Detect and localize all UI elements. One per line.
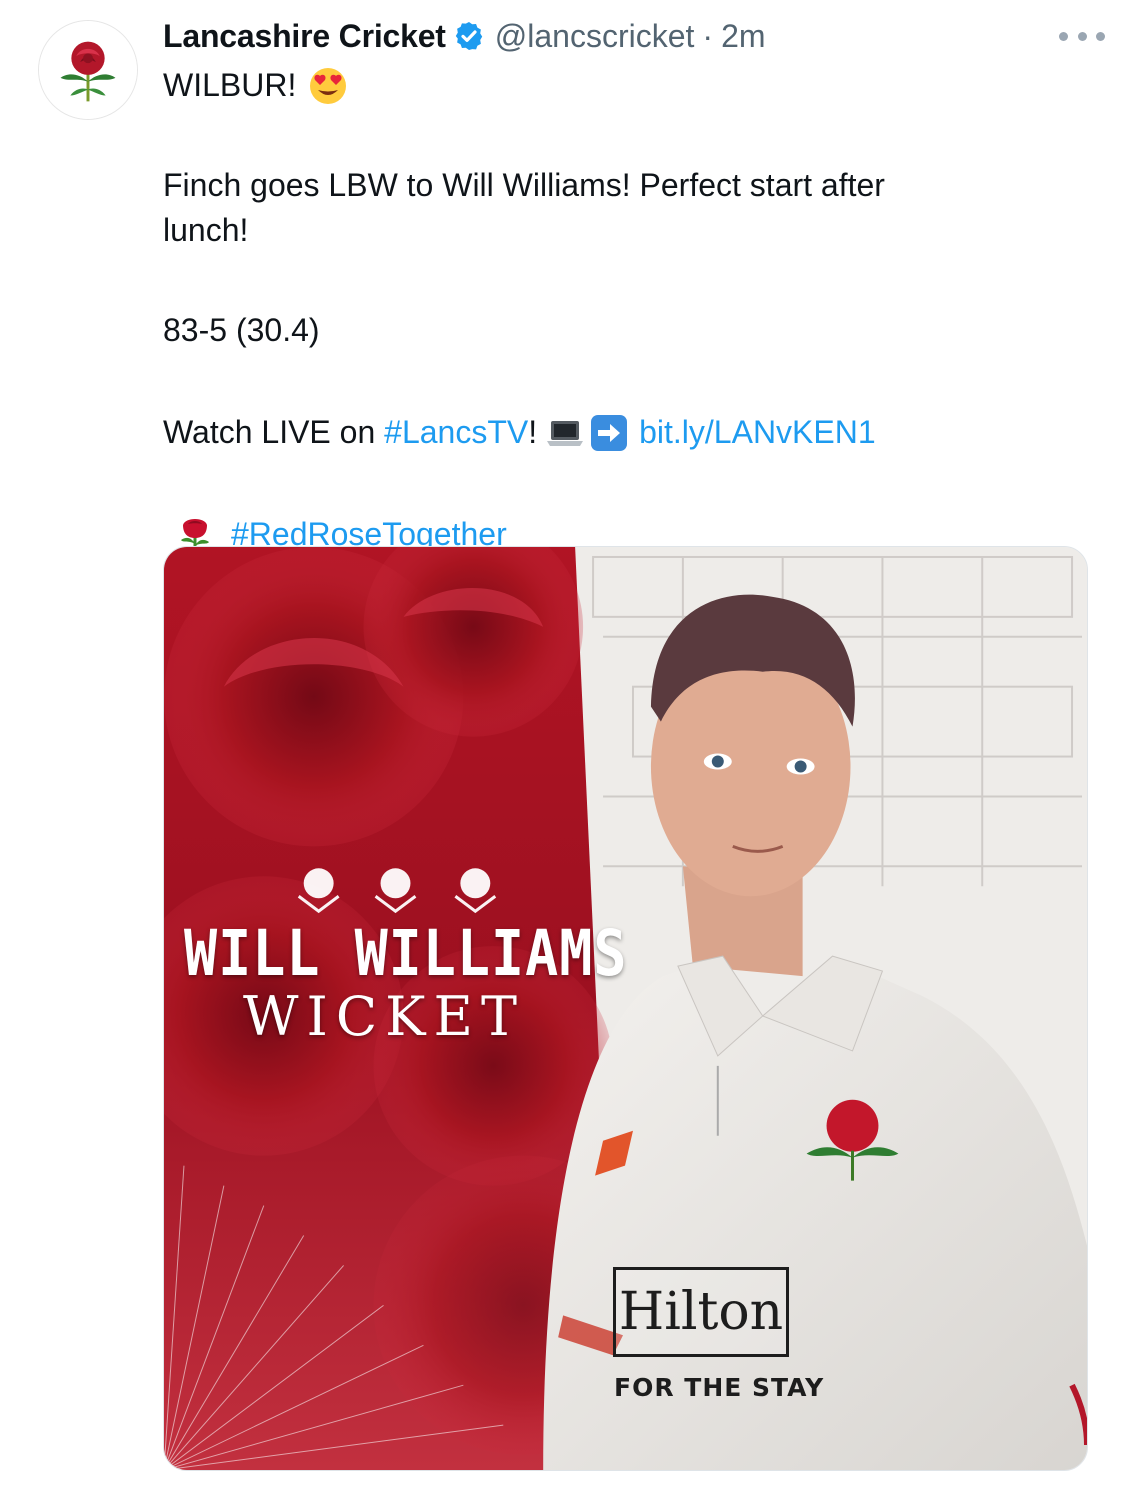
profile-avatar[interactable]	[38, 20, 138, 120]
sponsor-tagline: FOR THE STAY	[614, 1373, 825, 1402]
timestamp[interactable]: 2m	[721, 18, 765, 55]
verified-badge-icon	[453, 20, 485, 52]
short-url-link[interactable]: bit.ly/LANvKEN1	[639, 410, 876, 455]
graphic-title-name: WILL WILLIAMS	[184, 916, 628, 990]
author-handle[interactable]: @lancscricket	[495, 18, 695, 55]
more-options-icon[interactable]	[1059, 28, 1105, 44]
tweet-media-image[interactable]: WILL WILLIAMS WICKET Hilton FOR THE STAY	[163, 546, 1088, 1471]
tweet-line-watch: Watch LIVE on #LancsTV ! bit.ly/LANvKEN1	[163, 410, 1083, 455]
tweet-exclaim: WILBUR!	[163, 67, 297, 103]
tweet-header: Lancashire Cricket @lancscricket · 2m	[163, 14, 1105, 58]
graphic-title-wicket: WICKET	[243, 985, 525, 1048]
watch-bang: !	[528, 414, 538, 450]
tweet-line-3: lunch!	[163, 212, 249, 248]
tweet-line-2: Finch goes LBW to Will Williams! Perfect…	[163, 167, 885, 203]
tweet-line-1: WILBUR!	[163, 63, 1083, 108]
sponsor-logo: Hilton	[613, 1267, 789, 1357]
hashtag-lancstv-link[interactable]: #LancsTV	[384, 410, 528, 455]
author-name[interactable]: Lancashire Cricket	[163, 18, 446, 55]
red-rose-logo-icon	[39, 21, 137, 119]
watch-prefix: Watch LIVE on	[163, 414, 385, 450]
laptop-emoji-icon	[545, 413, 585, 453]
right-arrow-emoji-icon	[589, 413, 629, 453]
score-line: 83-5 (30.4)	[163, 312, 320, 348]
separator-dot: ·	[702, 17, 714, 54]
heart-eyes-emoji-icon	[308, 66, 348, 106]
tweet-text: WILBUR! Finch goes LBW to Will Williams!…	[163, 63, 1083, 557]
